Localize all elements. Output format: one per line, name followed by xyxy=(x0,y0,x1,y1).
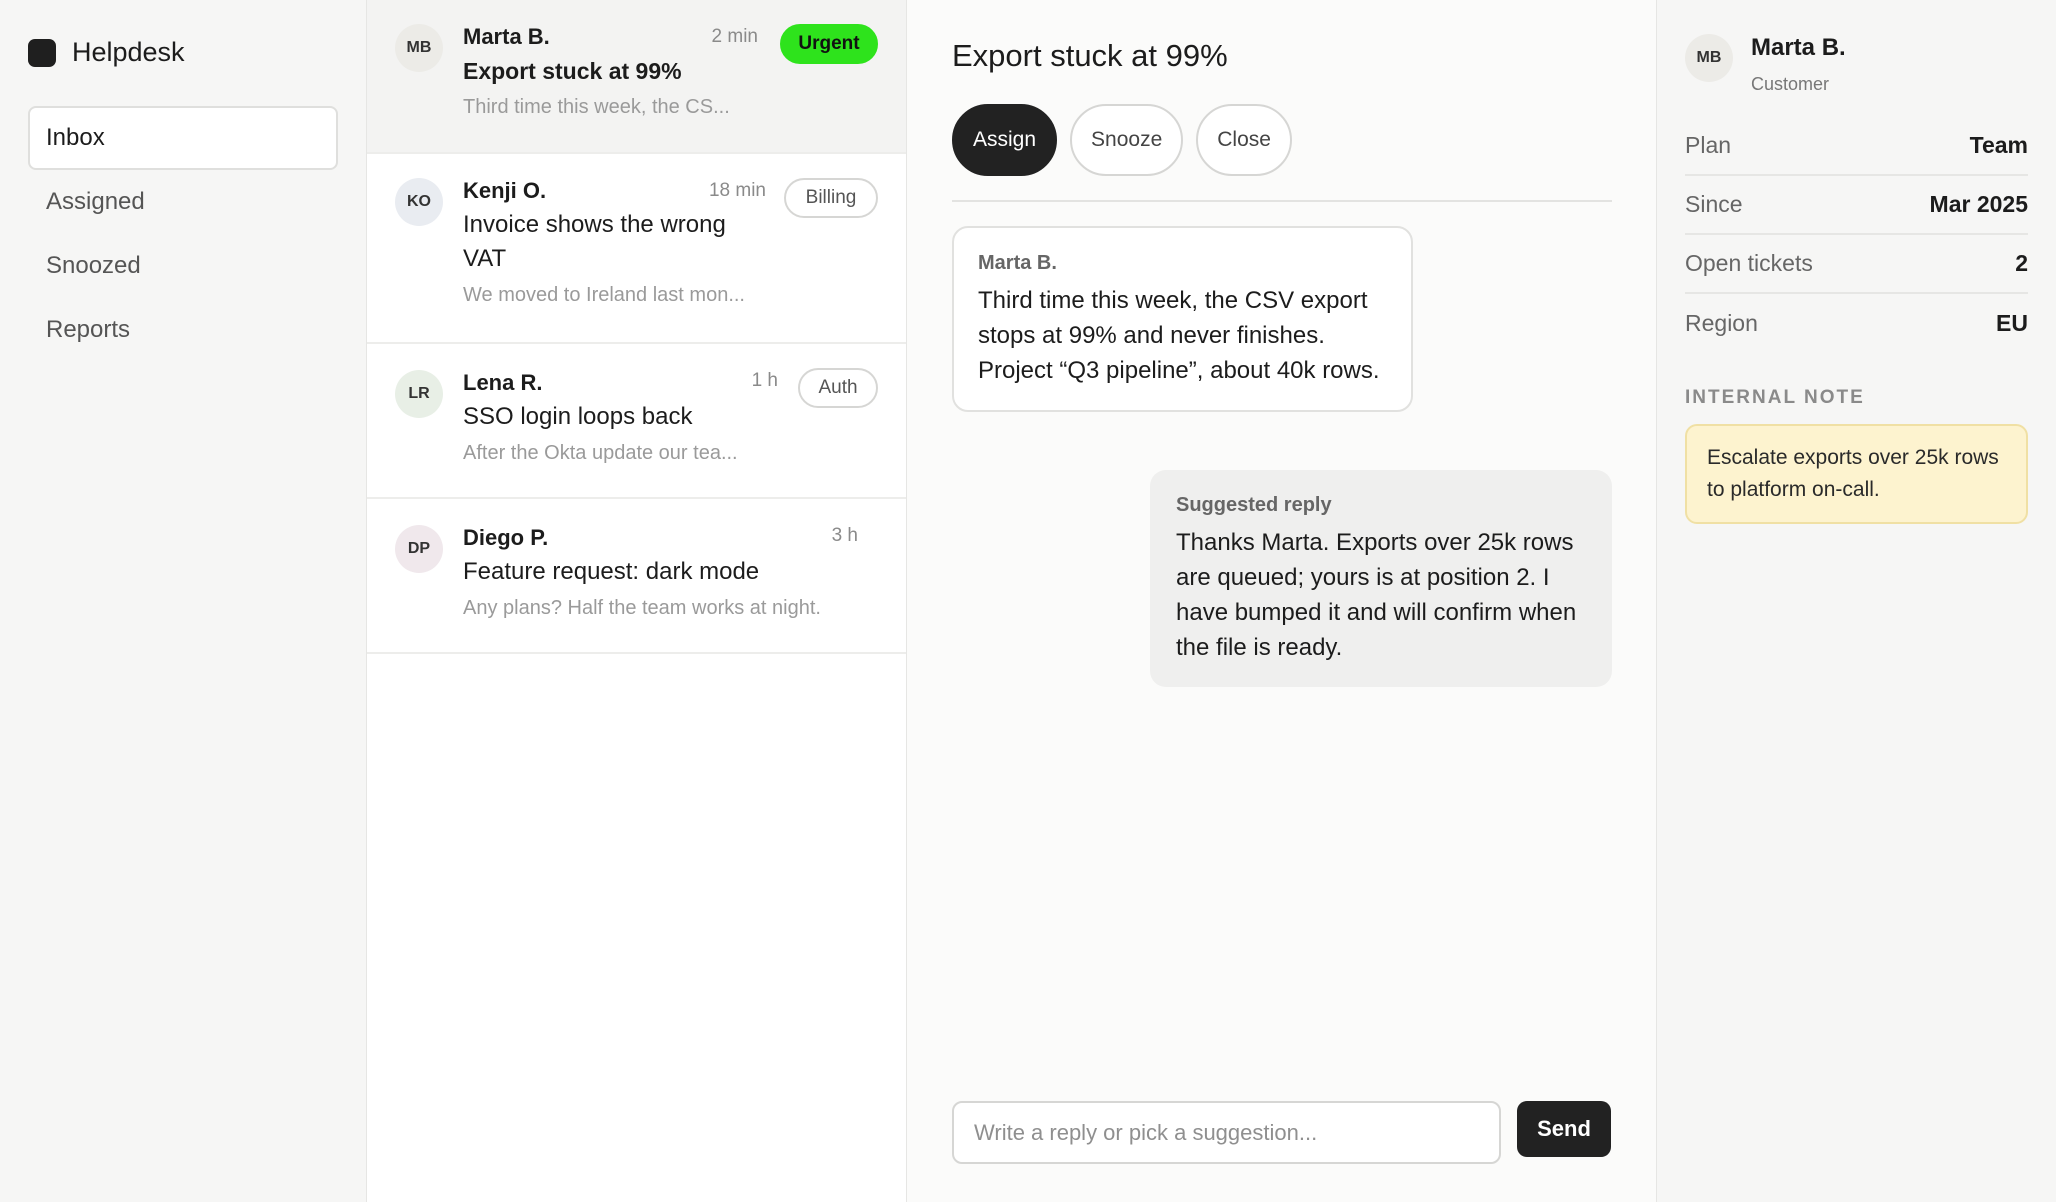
customer-message: Marta B. Third time this week, the CSV e… xyxy=(952,226,1413,412)
property-row: Open tickets 2 xyxy=(1685,235,2028,294)
ticket-item[interactable]: LR Lena R. 1 h Auth SSO login loops back… xyxy=(367,344,906,499)
property-row: Plan Team xyxy=(1685,117,2028,176)
ticket-list: MB Marta B. 2 min Urgent Export stuck at… xyxy=(367,0,907,1202)
ticket-subject: SSO login loops back xyxy=(463,403,693,430)
sidebar-item-inbox[interactable]: Inbox xyxy=(28,106,338,170)
category-tag: Auth xyxy=(798,368,878,408)
ticket-time: 3 h xyxy=(831,525,858,546)
customer-header: MB Marta B. Customer xyxy=(1685,34,1846,95)
avatar: MB xyxy=(1685,34,1733,82)
divider xyxy=(952,200,1612,202)
sidebar-item-assigned[interactable]: Assigned xyxy=(28,170,338,234)
conversation-title: Export stuck at 99% xyxy=(952,38,1228,73)
customer-name: Marta B. xyxy=(1751,34,1846,61)
internal-note: Escalate exports over 25k rows to platfo… xyxy=(1685,424,2028,524)
message-author: Marta B. xyxy=(978,252,1057,274)
ticket-preview: Any plans? Half the team works at night. xyxy=(463,597,821,619)
property-label: Plan xyxy=(1685,132,1732,158)
snooze-button[interactable]: Snooze xyxy=(1070,104,1184,176)
property-value: EU xyxy=(1996,310,2028,336)
app-name: Helpdesk xyxy=(72,37,185,67)
property-label: Open tickets xyxy=(1685,250,1813,276)
sidebar: Helpdesk Inbox Assigned Snoozed Reports xyxy=(0,0,367,1202)
ticket-subject: Export stuck at 99% xyxy=(463,58,682,84)
sidebar-item-reports[interactable]: Reports xyxy=(28,298,338,362)
reply-composer: Send xyxy=(952,1101,1611,1164)
ticket-item[interactable]: KO Kenji O. 18 min Billing Invoice shows… xyxy=(367,154,906,344)
customer-panel: MB Marta B. Customer Plan Team Since Mar… xyxy=(1657,0,2056,1202)
sidebar-nav: Inbox Assigned Snoozed Reports xyxy=(28,106,338,362)
conversation-panel: Export stuck at 99% Assign Snooze Close … xyxy=(907,0,1657,1202)
ticket-preview: We moved to Ireland last mon... xyxy=(463,284,745,306)
avatar: KO xyxy=(395,178,443,226)
ticket-item[interactable]: DP Diego P. 3 h Feature request: dark mo… xyxy=(367,499,906,654)
property-label: Region xyxy=(1685,310,1758,336)
ticket-subject: Feature request: dark mode xyxy=(463,558,760,585)
ticket-subject: Invoice shows the wrong VAT xyxy=(463,211,726,272)
category-tag: Billing xyxy=(784,178,878,218)
avatar: LR xyxy=(395,370,443,418)
assign-button[interactable]: Assign xyxy=(952,104,1058,176)
suggested-reply-text: Thanks Marta. Exports over 25k rows are … xyxy=(1176,529,1577,661)
customer-role: Customer xyxy=(1751,74,1830,94)
ticket-time: 2 min xyxy=(711,26,758,47)
conversation-actions: Assign Snooze Close xyxy=(952,104,1292,176)
property-row: Since Mar 2025 xyxy=(1685,176,2028,235)
property-value: Team xyxy=(1969,132,2028,158)
ticket-preview: After the Okta update our tea... xyxy=(463,442,738,464)
ticket-time: 1 h xyxy=(751,370,778,391)
sidebar-item-snoozed[interactable]: Snoozed xyxy=(28,234,338,298)
property-label: Since xyxy=(1685,191,1743,217)
suggested-reply[interactable]: Suggested reply Thanks Marta. Exports ov… xyxy=(1150,470,1612,687)
property-row: Region EU xyxy=(1685,294,2028,353)
ticket-item[interactable]: MB Marta B. 2 min Urgent Export stuck at… xyxy=(367,0,906,154)
internal-note-heading: INTERNAL NOTE xyxy=(1685,387,1865,408)
ticket-customer-name: Diego P. xyxy=(463,525,549,550)
property-value: 2 xyxy=(2015,250,2028,276)
close-button[interactable]: Close xyxy=(1196,104,1292,176)
brand: Helpdesk xyxy=(28,37,185,68)
avatar: MB xyxy=(395,24,443,72)
priority-badge: Urgent xyxy=(780,24,878,64)
reply-input[interactable] xyxy=(952,1101,1501,1164)
suggested-reply-label: Suggested reply xyxy=(1176,494,1332,516)
message-text: Third time this week, the CSV export sto… xyxy=(978,287,1380,384)
ticket-preview: Third time this week, the CS... xyxy=(463,96,730,118)
customer-properties: Plan Team Since Mar 2025 Open tickets 2 … xyxy=(1685,117,2028,353)
app-logo-icon xyxy=(28,38,56,67)
avatar: DP xyxy=(395,525,443,573)
send-button[interactable]: Send xyxy=(1517,1101,1611,1157)
property-value: Mar 2025 xyxy=(1929,191,2028,217)
ticket-time: 18 min xyxy=(708,180,766,201)
